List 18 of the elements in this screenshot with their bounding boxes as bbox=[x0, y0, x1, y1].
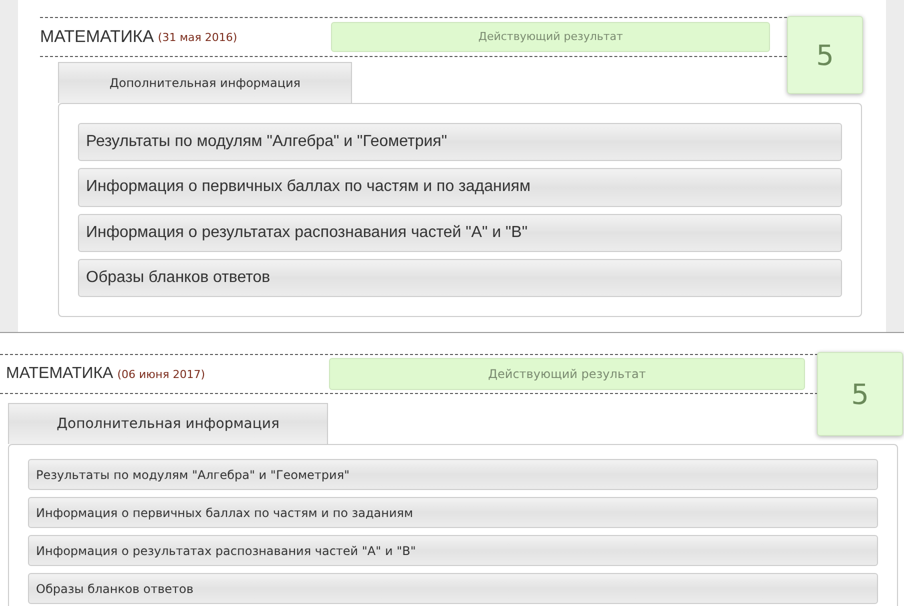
info-link-item[interactable]: Информация о результатах распознавания частей "А" и "В" bbox=[78, 214, 842, 252]
info-link-item[interactable]: Результаты по модулям "Алгебра" и "Геометрия" bbox=[78, 123, 842, 162]
info-link-item[interactable]: Информация о первичных баллах по частям и по заданиям bbox=[78, 168, 842, 206]
info-tab[interactable]: Дополнительная информация bbox=[58, 62, 352, 103]
grade-box: 5 bbox=[817, 352, 903, 436]
info-link-item[interactable]: Образы бланков ответов bbox=[78, 258, 842, 297]
subject-title: МАТЕМАТИКА bbox=[6, 365, 114, 383]
status-bar: Действующий результат bbox=[331, 22, 770, 52]
info-tab[interactable]: Дополнительная информация bbox=[8, 403, 328, 444]
info-link-item[interactable]: Информация о первичных баллах по частям и по заданиям bbox=[28, 497, 878, 528]
subject-title: МАТЕМАТИКА bbox=[40, 27, 154, 47]
status-bar: Действующий результат bbox=[329, 358, 806, 390]
exam-date: (06 июня 2017) bbox=[117, 368, 206, 380]
exam-date: (31 мая 2016) bbox=[158, 30, 238, 44]
info-link-item[interactable]: Образы бланков ответов bbox=[28, 573, 878, 604]
info-link-item[interactable]: Информация о результатах распознавания частей "А" и "В" bbox=[28, 535, 878, 566]
info-link-item[interactable]: Результаты по модулям "Алгебра" и "Геометрия" bbox=[28, 459, 878, 490]
grade-box: 5 bbox=[787, 16, 863, 94]
